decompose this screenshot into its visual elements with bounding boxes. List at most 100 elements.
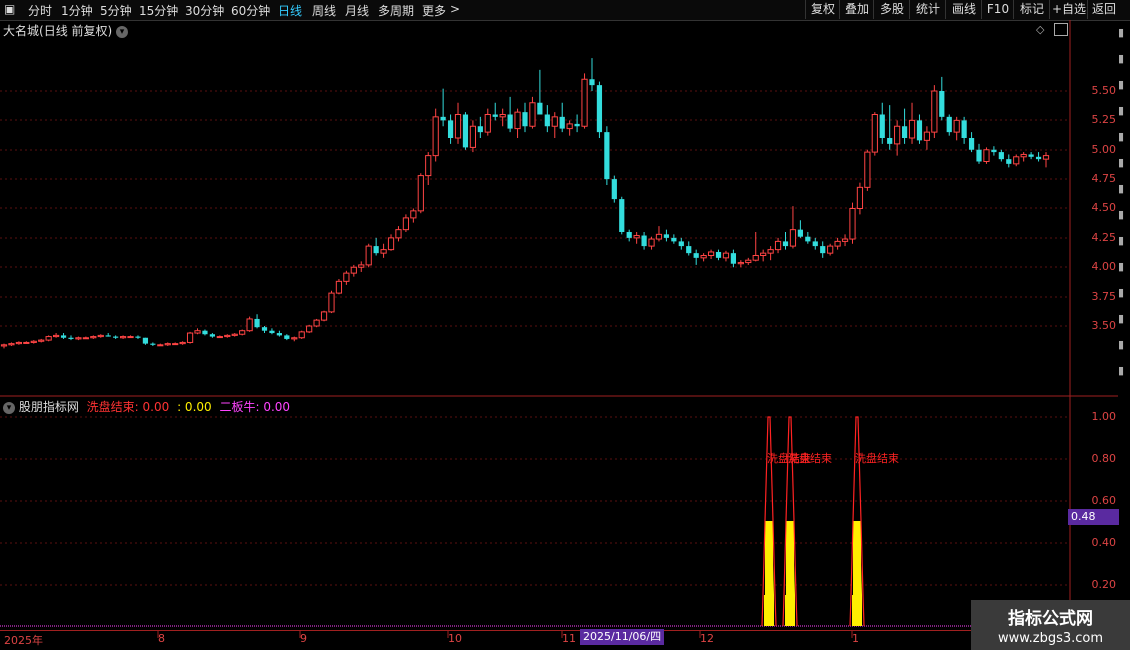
price-tick: 4.25 (1091, 231, 1117, 244)
candle-body (462, 114, 469, 148)
candle-body (901, 126, 908, 138)
candle (477, 116, 483, 138)
candle (544, 105, 550, 133)
candle (75, 336, 82, 341)
candle-body (894, 125, 901, 145)
candle-body (923, 131, 931, 141)
candle-body (953, 119, 960, 133)
candle-body (908, 119, 916, 139)
signal-label: 洗盘结束 (788, 451, 832, 465)
candle-body (410, 210, 417, 219)
candle-body (991, 149, 997, 153)
candle (983, 147, 990, 164)
candle (931, 85, 938, 138)
candle (745, 257, 752, 265)
candle-body (284, 335, 290, 339)
date-tick: 9 (300, 632, 307, 645)
candle (707, 249, 715, 260)
candle-body (216, 336, 223, 339)
candle-body (633, 235, 640, 239)
value-tick: 0.20 (1091, 578, 1117, 591)
candle-body (113, 336, 119, 338)
candle-body (484, 114, 491, 133)
candle-body (812, 241, 818, 247)
candle (939, 76, 945, 121)
candle-body (722, 252, 730, 259)
candle-body (1006, 159, 1012, 164)
clipped-side-column: ▮ (1118, 156, 1125, 169)
candle-body (60, 335, 67, 338)
x-axis: 2025年 8 9 10 11 12 1 (0, 630, 1070, 649)
candle (782, 232, 789, 250)
candle (715, 249, 722, 261)
candle-body (380, 249, 387, 254)
candle (447, 114, 454, 144)
candle-body (30, 340, 37, 343)
candle-body (879, 114, 885, 138)
candle (841, 234, 849, 247)
candle (991, 146, 997, 156)
signal-bar (852, 521, 862, 626)
candle-body (864, 151, 871, 188)
candle (172, 342, 179, 346)
candle (566, 120, 573, 136)
candle-body (358, 264, 365, 268)
candle-body (544, 114, 550, 127)
candle (380, 243, 387, 258)
candle-body (871, 114, 878, 153)
candle-body (1042, 155, 1050, 160)
candle-body (224, 334, 231, 338)
candle (373, 237, 379, 256)
candle (908, 102, 916, 144)
candle (559, 102, 565, 133)
candle-body (693, 253, 699, 258)
signal-bar (764, 521, 774, 626)
candle (961, 116, 967, 144)
candle (923, 126, 931, 150)
candle (1042, 152, 1050, 168)
chevron-down-icon[interactable]: ▾ (3, 401, 15, 414)
candle (797, 220, 803, 238)
value-tick: 0.60 (1091, 494, 1117, 507)
candle-body (700, 255, 707, 259)
candle (522, 102, 528, 133)
candle (641, 232, 647, 250)
price-tick: 5.25 (1091, 113, 1117, 126)
candle-body (887, 138, 893, 144)
candle (194, 328, 201, 335)
candle-body (142, 337, 149, 344)
candle (827, 243, 834, 256)
candle-body (797, 229, 803, 237)
candle (202, 329, 208, 336)
candle-body (23, 341, 30, 344)
candle-body (619, 199, 625, 232)
candle-body (514, 111, 521, 130)
candle-body (82, 337, 89, 340)
candle (186, 331, 194, 344)
clipped-side-column: ▮ (1118, 312, 1125, 325)
candle-body (581, 78, 588, 127)
value-tick: 1.00 (1091, 410, 1117, 423)
candle-body (119, 336, 127, 339)
candle-body (15, 341, 22, 345)
candle (626, 229, 632, 242)
candle-body (805, 236, 811, 242)
candle (492, 102, 498, 121)
candle-body (45, 336, 52, 341)
candle (820, 241, 826, 258)
candle (395, 226, 402, 242)
watermark-url: www.zbgs3.com (997, 631, 1104, 646)
candle-body (202, 330, 208, 335)
candle-body (365, 245, 372, 266)
candle-body (97, 334, 104, 338)
candle (686, 241, 692, 256)
candle-body (604, 132, 610, 180)
candle-body (194, 330, 201, 334)
value-highlight: 0.48 (1068, 509, 1119, 525)
candle (127, 335, 134, 339)
candle-body (507, 114, 513, 129)
candle-body (1035, 156, 1042, 160)
candle (387, 234, 395, 251)
candle-body (648, 238, 655, 247)
candle-body (135, 336, 141, 338)
